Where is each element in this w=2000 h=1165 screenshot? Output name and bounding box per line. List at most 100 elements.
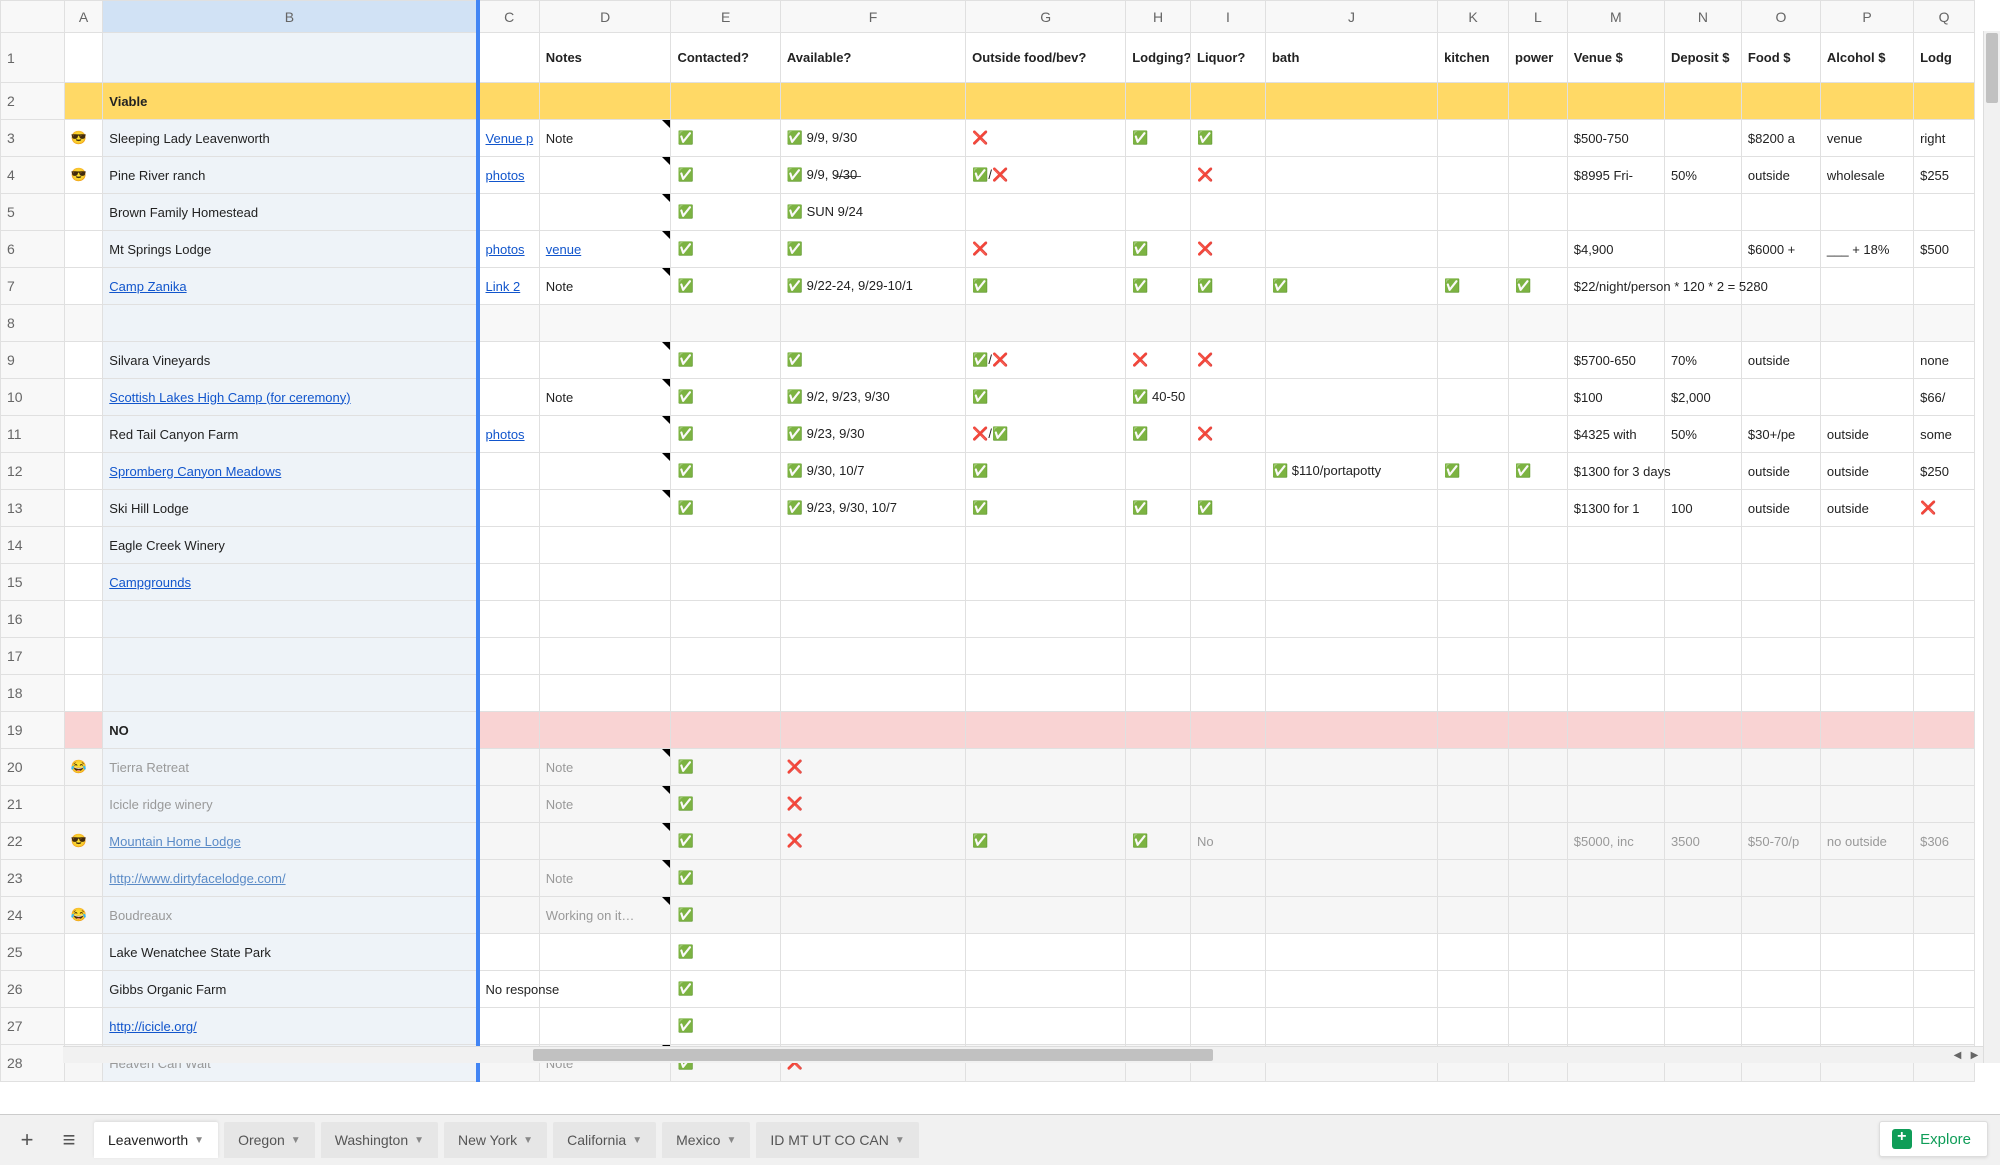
cell-D23[interactable]: Note [539, 860, 671, 897]
col-header-Q[interactable]: Q [1914, 1, 1975, 33]
cell-M19[interactable] [1567, 712, 1664, 749]
row-header-6[interactable]: 6 [1, 231, 65, 268]
cell-I12[interactable] [1191, 453, 1266, 490]
cell-P3[interactable]: venue [1820, 120, 1913, 157]
cell-H19[interactable] [1126, 712, 1191, 749]
cell-A18[interactable] [64, 675, 102, 712]
cell-K25[interactable] [1438, 934, 1509, 971]
cell-H4[interactable] [1126, 157, 1191, 194]
cell-O7[interactable] [1741, 268, 1820, 305]
cell-D25[interactable] [539, 934, 671, 971]
cell-M5[interactable] [1567, 194, 1664, 231]
cell-P20[interactable] [1820, 749, 1913, 786]
cell-Q18[interactable] [1914, 675, 1975, 712]
cell-E5[interactable]: ✅ [671, 194, 780, 231]
link[interactable]: Scottish Lakes High Camp (for ceremony) [109, 390, 350, 405]
cell-K27[interactable] [1438, 1008, 1509, 1045]
cell-K3[interactable] [1438, 120, 1509, 157]
cell-J22[interactable] [1265, 823, 1437, 860]
cell-F8[interactable] [780, 305, 965, 342]
col-header-F[interactable]: F [780, 1, 965, 33]
cell-J5[interactable] [1265, 194, 1437, 231]
cell-F6[interactable]: ✅ [780, 231, 965, 268]
cell-O18[interactable] [1741, 675, 1820, 712]
cell-F18[interactable] [780, 675, 965, 712]
cell-G17[interactable] [966, 638, 1126, 675]
cell-D18[interactable] [539, 675, 671, 712]
cell-J26[interactable] [1265, 971, 1437, 1008]
cell-G11[interactable]: ❌/✅ [966, 416, 1126, 453]
cell-H27[interactable] [1126, 1008, 1191, 1045]
row-header-18[interactable]: 18 [1, 675, 65, 712]
cell-N22[interactable]: 3500 [1664, 823, 1741, 860]
cell-C25[interactable] [478, 934, 540, 971]
cell-O21[interactable] [1741, 786, 1820, 823]
cell-P12[interactable]: outside [1820, 453, 1913, 490]
cell-M3[interactable]: $500-750 [1567, 120, 1664, 157]
cell-F14[interactable] [780, 527, 965, 564]
cell-D1[interactable]: Notes [539, 33, 671, 83]
cell-Q5[interactable] [1914, 194, 1975, 231]
chevron-down-icon[interactable]: ▼ [414, 1135, 424, 1146]
cell-N25[interactable] [1664, 934, 1741, 971]
sheet-tab-washington[interactable]: Washington▼ [321, 1122, 438, 1158]
cell-A26[interactable] [64, 971, 102, 1008]
link[interactable]: Link 2 [486, 279, 521, 294]
col-header-L[interactable]: L [1509, 1, 1568, 33]
cell-B17[interactable] [103, 638, 478, 675]
cell-A21[interactable] [64, 786, 102, 823]
cell-Q27[interactable] [1914, 1008, 1975, 1045]
cell-A11[interactable] [64, 416, 102, 453]
cell-F27[interactable] [780, 1008, 965, 1045]
cell-D15[interactable] [539, 564, 671, 601]
cell-A14[interactable] [64, 527, 102, 564]
cell-L14[interactable] [1509, 527, 1568, 564]
cell-P22[interactable]: no outside [1820, 823, 1913, 860]
cell-N14[interactable] [1664, 527, 1741, 564]
cell-Q21[interactable] [1914, 786, 1975, 823]
cell-Q3[interactable]: right [1914, 120, 1975, 157]
cell-F19[interactable] [780, 712, 965, 749]
cell-B20[interactable]: Tierra Retreat [103, 749, 478, 786]
cell-L10[interactable] [1509, 379, 1568, 416]
row-header-17[interactable]: 17 [1, 638, 65, 675]
cell-P9[interactable] [1820, 342, 1913, 379]
cell-B15[interactable]: Campgrounds [103, 564, 478, 601]
cell-L19[interactable] [1509, 712, 1568, 749]
cell-O24[interactable] [1741, 897, 1820, 934]
grid-area[interactable]: A B C D E F G H I J K L M N O P Q 1 [0, 0, 2000, 1114]
cell-N1[interactable]: Deposit $ [1664, 33, 1741, 83]
cell-E10[interactable]: ✅ [671, 379, 780, 416]
row-header-23[interactable]: 23 [1, 860, 65, 897]
cell-I7[interactable]: ✅ [1191, 268, 1266, 305]
cell-J21[interactable] [1265, 786, 1437, 823]
cell-M13[interactable]: $1300 for 1 [1567, 490, 1664, 527]
sheet-tab-california[interactable]: California▼ [553, 1122, 656, 1158]
cell-B26[interactable]: Gibbs Organic Farm [103, 971, 478, 1008]
cell-N24[interactable] [1664, 897, 1741, 934]
cell-K23[interactable] [1438, 860, 1509, 897]
cell-O13[interactable]: outside [1741, 490, 1820, 527]
cell-L16[interactable] [1509, 601, 1568, 638]
row-header-20[interactable]: 20 [1, 749, 65, 786]
horizontal-scrollbar[interactable]: ◀ ▶ [63, 1046, 1983, 1063]
link[interactable]: Mountain Home Lodge [109, 834, 241, 849]
cell-O26[interactable] [1741, 971, 1820, 1008]
link[interactable]: Camp Zanika [109, 279, 186, 294]
cell-I20[interactable] [1191, 749, 1266, 786]
cell-K9[interactable] [1438, 342, 1509, 379]
cell-C19[interactable] [478, 712, 540, 749]
cell-I21[interactable] [1191, 786, 1266, 823]
sheet-tab-id-mt-ut-co-can[interactable]: ID MT UT CO CAN▼ [756, 1122, 918, 1158]
col-header-H[interactable]: H [1126, 1, 1191, 33]
cell-Q8[interactable] [1914, 305, 1975, 342]
cell-B21[interactable]: Icicle ridge winery [103, 786, 478, 823]
cell-F9[interactable]: ✅ [780, 342, 965, 379]
cell-Q14[interactable] [1914, 527, 1975, 564]
cell-O6[interactable]: $6000 + [1741, 231, 1820, 268]
cell-C22[interactable] [478, 823, 540, 860]
col-header-J[interactable]: J [1265, 1, 1437, 33]
cell-A22[interactable]: 😎 [64, 823, 102, 860]
cell-K24[interactable] [1438, 897, 1509, 934]
chevron-down-icon[interactable]: ▼ [291, 1135, 301, 1146]
